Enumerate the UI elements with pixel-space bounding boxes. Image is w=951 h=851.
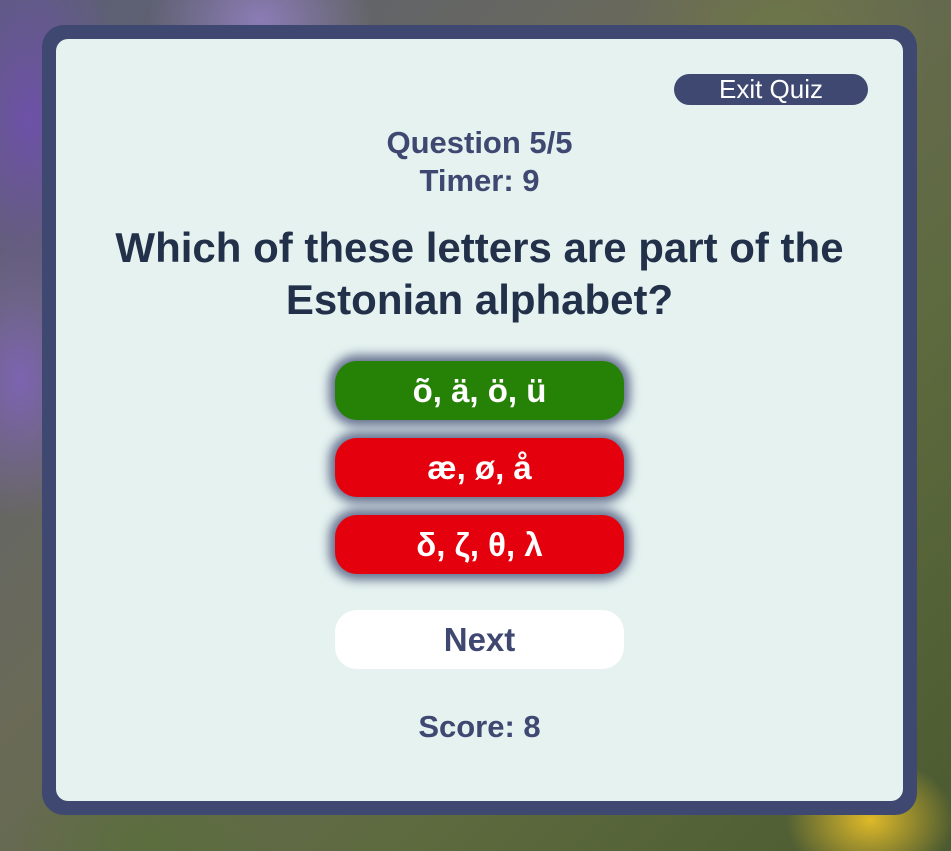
answer-button-wrong[interactable]: δ, ζ, θ, λ (335, 515, 624, 574)
timer: Timer: 9 (419, 163, 540, 198)
quiz-panel: Exit Quiz Question 5/5 Timer: 9 Which of… (56, 39, 903, 801)
next-button[interactable]: Next (335, 610, 624, 669)
answer-button-wrong[interactable]: æ, ø, å (335, 438, 624, 497)
answer-list: õ, ä, ö, ü æ, ø, å δ, ζ, θ, λ (335, 361, 624, 592)
question-counter: Question 5/5 (386, 125, 573, 160)
exit-quiz-button[interactable]: Exit Quiz (674, 74, 868, 105)
answer-button-correct[interactable]: õ, ä, ö, ü (335, 361, 624, 420)
question-text: Which of these letters are part of the E… (115, 224, 844, 323)
quiz-card: Exit Quiz Question 5/5 Timer: 9 Which of… (42, 25, 917, 815)
score-display: Score: 8 (418, 709, 541, 744)
